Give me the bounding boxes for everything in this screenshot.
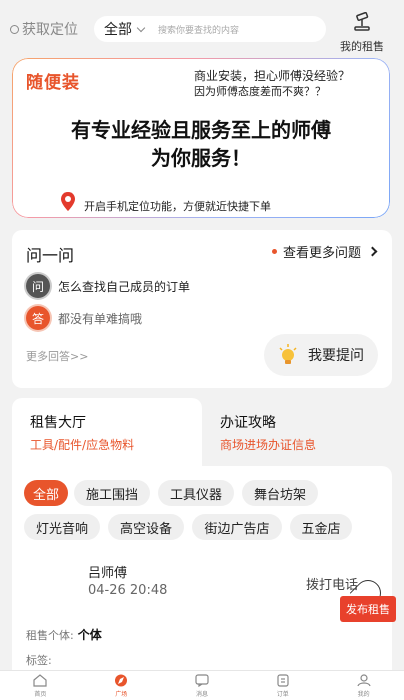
- tab-rent-hall[interactable]: 租售大厅 工具/配件/应急物料: [12, 398, 202, 466]
- listing-time: 04-26 20:48: [88, 583, 168, 598]
- chevron-right-icon: [367, 246, 378, 257]
- view-more-label: 查看更多问题: [283, 246, 362, 261]
- chip-stage[interactable]: 舞台坊架: [242, 480, 318, 506]
- tab-permit-guide-title: 办证攻略: [220, 415, 276, 431]
- qa-card: 问一问 查看更多问题 问 怎么查找自己成员的订单 答 都没有单难搞哦 更多回答>…: [12, 230, 392, 388]
- listing-name: 吕师傅: [88, 566, 128, 581]
- qa-answer-row: 答 都没有单难搞哦: [26, 306, 142, 330]
- message-icon: [195, 674, 209, 687]
- chip-lighting-audio[interactable]: 灯光音响: [24, 514, 100, 540]
- chevron-down-icon[interactable]: [136, 23, 146, 32]
- top-header: 获取定位 全部 搜索你要查找的内容 我的租售: [0, 0, 404, 56]
- user-icon: [356, 674, 371, 687]
- my-rent-button[interactable]: 我的租售: [334, 11, 390, 54]
- banner-tip-text: 开启手机定位功能，方便就近快捷下单: [84, 200, 271, 213]
- my-rent-label: 我的租售: [340, 40, 384, 53]
- tab-rent-hall-title: 租售大厅: [30, 415, 86, 431]
- question-badge: 问: [26, 274, 50, 298]
- qa-title: 问一问: [26, 246, 75, 265]
- question-text: 怎么查找自己成员的订单: [58, 279, 191, 294]
- nav-home-label: 首页: [34, 691, 47, 698]
- nav-messages[interactable]: 消息: [162, 671, 243, 700]
- location-label: 获取定位: [22, 22, 78, 38]
- map-pin-icon: [61, 192, 75, 211]
- more-answers-link[interactable]: 更多回答>>: [26, 348, 88, 364]
- nav-messages-label: 消息: [195, 691, 208, 698]
- listing-type-label: 租售个体:: [26, 629, 74, 642]
- gavel-icon: [354, 11, 370, 31]
- view-more-questions-link[interactable]: 查看更多问题: [272, 242, 378, 261]
- chip-all[interactable]: 全部: [24, 480, 68, 506]
- banner-headline-1: 有专业经验且服务至上的师傅: [71, 118, 331, 142]
- chip-tools[interactable]: 工具仪器: [158, 480, 234, 506]
- answer-badge: 答: [26, 306, 50, 330]
- nav-home[interactable]: 首页: [0, 671, 81, 700]
- nav-square[interactable]: 广场: [81, 671, 162, 700]
- section-tabs: 租售大厅 工具/配件/应急物料 办证攻略 商场进场办证信息: [12, 398, 392, 466]
- nav-square-label: 广场: [115, 691, 128, 698]
- promo-banner[interactable]: 随便装 商业安装，担心师傅没经验？ 因为师傅态度差而不爽？？ 有专业经验且服务至…: [12, 58, 390, 218]
- chip-aerial[interactable]: 高空设备: [108, 514, 184, 540]
- banner-tip: 开启手机定位功能，方便就近快捷下单: [60, 192, 271, 214]
- nav-mine[interactable]: 我的: [323, 671, 404, 700]
- nav-orders-label: 订单: [276, 691, 289, 698]
- listing-type-value: 个体: [77, 628, 102, 642]
- listing-tags-label: 标签:: [26, 654, 52, 667]
- publish-label: 发布租售: [340, 596, 396, 622]
- banner-headline: 有专业经验且服务至上的师傅 为你服务！: [12, 116, 390, 172]
- answer-text: 都没有单难搞哦: [58, 311, 143, 326]
- category-select[interactable]: 全部: [104, 19, 132, 39]
- nav-mine-label: 我的: [357, 691, 370, 698]
- publish-rent-button[interactable]: 发布租售: [340, 574, 396, 632]
- bottom-nav: 首页 广场 消息 订单 我的: [0, 670, 404, 700]
- qa-question-row[interactable]: 问 怎么查找自己成员的订单: [26, 274, 190, 298]
- tab-permit-guide-subtitle: 商场进场办证信息: [220, 438, 317, 452]
- lightbulb-icon: [279, 344, 297, 364]
- home-icon: [33, 674, 47, 687]
- search-input[interactable]: 搜索你要查找的内容: [158, 23, 239, 36]
- ask-question-label: 我要提问: [308, 348, 364, 364]
- chip-ad-shop[interactable]: 街边广告店: [192, 514, 282, 540]
- banner-question-1: 商业安装，担心师傅没经验？: [194, 69, 351, 83]
- get-location-button[interactable]: 获取定位: [10, 19, 78, 39]
- dot-icon: [272, 249, 277, 254]
- banner-brand: 随便装: [26, 73, 80, 93]
- order-icon: [277, 674, 289, 687]
- chip-construction-fence[interactable]: 施工围挡: [74, 480, 150, 506]
- tab-rent-hall-subtitle: 工具/配件/应急物料: [30, 438, 135, 452]
- banner-question-2: 因为师傅态度差而不爽？？: [194, 85, 326, 98]
- banner-headline-2: 为你服务！: [151, 146, 251, 170]
- ask-question-button[interactable]: 我要提问: [264, 334, 378, 376]
- listing-panel: 全部 施工围挡 工具仪器 舞台坊架 灯光音响 高空设备 街边广告店 五金店 吕师…: [12, 466, 392, 676]
- listing-type-field: 租售个体: 个体: [26, 626, 102, 643]
- tab-permit-guide[interactable]: 办证攻略 商场进场办证信息: [208, 398, 392, 466]
- search-bar[interactable]: 全部 搜索你要查找的内容: [94, 16, 326, 42]
- compass-icon: [115, 674, 128, 687]
- location-icon: [10, 24, 19, 34]
- nav-orders[interactable]: 订单: [242, 671, 323, 700]
- chip-hardware[interactable]: 五金店: [290, 514, 352, 540]
